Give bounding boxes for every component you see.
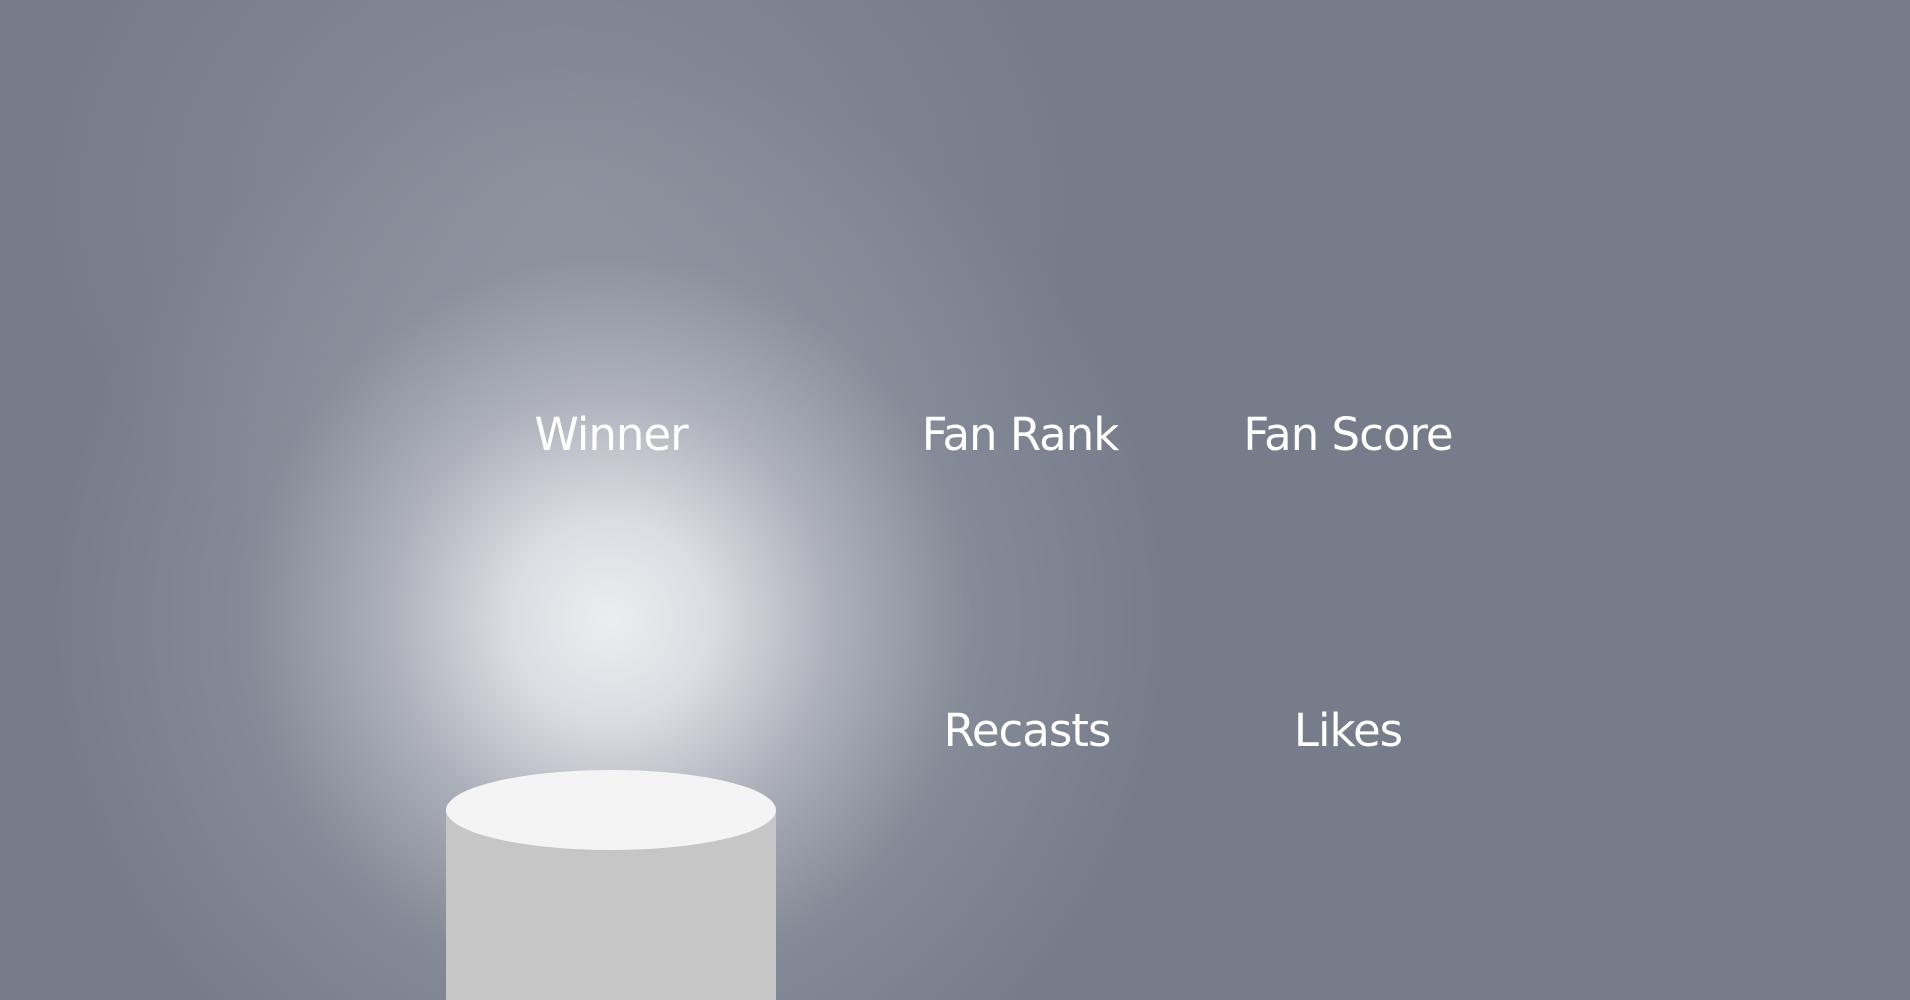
stage-background: Winner Fan Rank Fan Score Recasts Likes xyxy=(0,0,1910,1000)
winner-label: Winner xyxy=(534,408,688,461)
fan-rank-label: Fan Rank xyxy=(921,408,1120,461)
winner-podium xyxy=(446,770,776,1000)
podium-top xyxy=(446,770,776,850)
recasts-label: Recasts xyxy=(943,704,1112,757)
likes-label: Likes xyxy=(1293,704,1403,757)
fan-score-label: Fan Score xyxy=(1243,408,1453,461)
